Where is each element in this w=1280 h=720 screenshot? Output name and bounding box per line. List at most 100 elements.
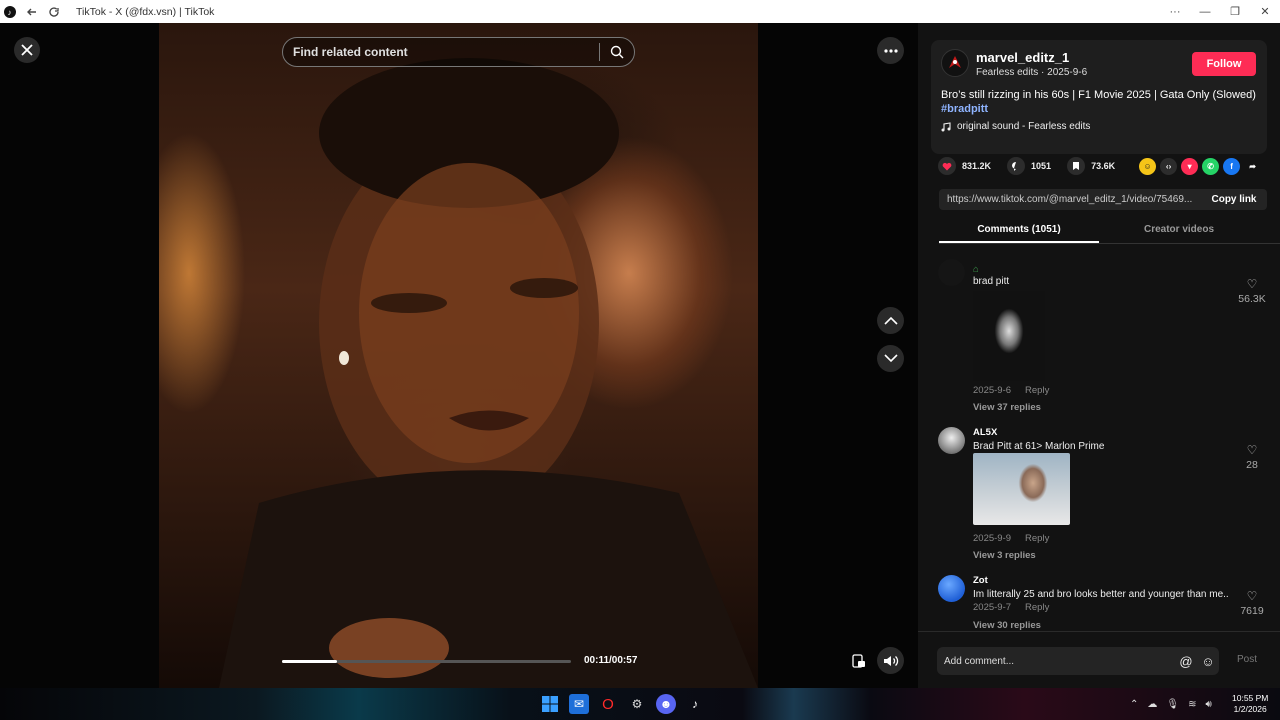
comment-like-count: 56.3K — [1238, 293, 1266, 305]
sound-name: original sound - Fearless edits — [957, 121, 1091, 132]
settings-gear-icon[interactable]: ⚙ — [627, 694, 647, 714]
minimize-button[interactable]: — — [1190, 0, 1220, 23]
comment-meta: 2025-9-7 Reply — [973, 602, 1049, 613]
send-to-friends-icon[interactable]: ▾ — [1181, 157, 1199, 175]
close-window-button[interactable]: ✕ — [1250, 0, 1280, 23]
comment-image[interactable] — [973, 291, 1045, 381]
back-arrow-icon[interactable] — [26, 6, 38, 18]
save-stat[interactable]: 73.6K — [1067, 157, 1115, 175]
volume-tray-icon[interactable]: 🔊︎ — [1205, 699, 1211, 710]
onedrive-icon[interactable]: ☁ — [1147, 699, 1157, 710]
commenter-avatar[interactable] — [938, 575, 965, 602]
video-time: 00:11/00:57 — [584, 655, 638, 666]
commenter-avatar[interactable] — [938, 427, 965, 454]
share-arrow-icon[interactable]: ➦ — [1244, 158, 1261, 175]
sound-link[interactable]: original sound - Fearless edits — [941, 121, 1090, 132]
reply-button[interactable]: Reply — [1025, 385, 1049, 396]
discord-icon[interactable]: ☻ — [656, 694, 676, 714]
reply-button[interactable]: Reply — [1025, 533, 1049, 544]
tab-comments[interactable]: Comments (1051) — [939, 220, 1099, 243]
embed-code-icon[interactable]: ‹› — [1160, 157, 1178, 175]
creator-username[interactable]: marvel_editz_1 — [976, 50, 1069, 65]
like-stat[interactable]: 831.2K — [938, 157, 991, 175]
comment-text: Brad Pitt at 61> Marlon Prime — [973, 441, 1105, 452]
facebook-icon[interactable]: f — [1223, 157, 1241, 175]
save-count: 73.6K — [1091, 161, 1116, 171]
video-progress-bar[interactable] — [282, 660, 571, 663]
picture-in-picture-button[interactable] — [848, 650, 870, 672]
comment-image[interactable] — [973, 453, 1070, 525]
comment-text: brad pitt — [973, 276, 1010, 287]
music-note-icon — [941, 121, 951, 131]
volume-button[interactable] — [877, 647, 904, 674]
search-icon[interactable] — [600, 45, 634, 59]
copy-link-button[interactable]: Copy link — [1201, 194, 1267, 205]
creator-avatar[interactable] — [941, 49, 969, 77]
comment-like[interactable]: ♡ 28 — [1236, 443, 1268, 471]
window-menu-button[interactable]: ··· — [1160, 0, 1190, 23]
comment-like-count: 7619 — [1240, 605, 1264, 617]
commenter-name[interactable]: ⌂ — [973, 264, 979, 275]
follow-button[interactable]: Follow — [1192, 52, 1256, 76]
previous-video-button[interactable] — [877, 307, 904, 334]
comment-bubble-icon — [1007, 157, 1026, 175]
view-replies-button[interactable]: View 30 replies — [973, 620, 1041, 631]
tab-creator-videos[interactable]: Creator videos — [1099, 220, 1259, 243]
comment-like[interactable]: ♡ 7619 — [1236, 589, 1268, 617]
opera-icon[interactable]: O — [598, 694, 618, 714]
tiktok-taskbar-icon[interactable]: ♪ — [685, 694, 705, 714]
hashtag-link[interactable]: #bradpitt — [941, 103, 988, 115]
reply-button[interactable]: Reply — [1025, 602, 1049, 613]
emoji-share-icon[interactable]: ☺ — [1139, 157, 1157, 175]
details-panel: marvel_editz_1 Fearless edits · 2025-9-6… — [918, 23, 1280, 688]
description-text: Bro’s still rizzing in his 60s | F1 Movi… — [941, 89, 1256, 101]
whatsapp-icon[interactable]: ✆ — [1202, 157, 1220, 175]
close-player-button[interactable] — [14, 37, 40, 63]
video-frame[interactable] — [159, 23, 758, 688]
maximize-button[interactable]: ❐ — [1220, 0, 1250, 23]
clock-date: 1/2/2026 — [1233, 704, 1267, 714]
related-search[interactable] — [282, 37, 635, 67]
wifi-icon[interactable]: ≋ — [1188, 699, 1196, 710]
mention-icon[interactable]: @ — [1175, 654, 1197, 669]
view-replies-button[interactable]: View 37 replies — [973, 402, 1041, 413]
clock-time: 10:55 PM — [1232, 693, 1269, 703]
heart-outline-icon: ♡ — [1246, 589, 1258, 603]
commenter-name[interactable]: AL5X — [973, 427, 997, 438]
comment-stat[interactable]: 1051 — [1007, 157, 1051, 175]
comment-item: Zot Im litterally 25 and bro looks bette… — [938, 575, 1268, 631]
start-windows-icon[interactable] — [540, 694, 560, 714]
view-replies-button[interactable]: View 3 replies — [973, 550, 1036, 561]
video-player[interactable]: 00:11/00:57 — [0, 23, 918, 688]
tray-overflow-chevron-icon[interactable]: ⌃ — [1130, 699, 1138, 710]
add-comment-bar: @ ☺ Post — [918, 631, 1280, 688]
next-video-button[interactable] — [877, 345, 904, 372]
post-button[interactable]: Post — [1237, 654, 1257, 665]
outlook-icon[interactable]: ✉ — [569, 694, 589, 714]
video-link-bar: https://www.tiktok.com/@marvel_editz_1/v… — [939, 189, 1267, 210]
video-progress-fill — [282, 660, 337, 663]
video-link-url[interactable]: https://www.tiktok.com/@marvel_editz_1/v… — [939, 194, 1201, 205]
microphone-icon[interactable]: 🎙︎ — [1166, 699, 1179, 710]
commenter-avatar[interactable] — [938, 259, 965, 286]
video-info-card: marvel_editz_1 Fearless edits · 2025-9-6… — [931, 40, 1267, 154]
comment-meta: 2025-9-9 Reply — [973, 533, 1049, 544]
comment-input[interactable] — [937, 655, 1175, 667]
emoji-icon[interactable]: ☺ — [1197, 654, 1219, 669]
taskbar-clock[interactable]: 10:55 PM 1/2/2026 — [1232, 693, 1268, 715]
video-still-illustration — [219, 58, 758, 688]
tiktok-app-icon: ♪ — [4, 5, 16, 18]
more-options-button[interactable] — [877, 37, 904, 64]
comment-text: Im litterally 25 and bro looks better an… — [973, 589, 1229, 600]
comment-input-wrapper[interactable]: @ ☺ — [937, 647, 1219, 675]
bookmark-icon — [1067, 157, 1086, 175]
related-search-input[interactable] — [283, 45, 599, 59]
comment-item: AL5X Brad Pitt at 61> Marlon Prime 2025-… — [938, 427, 1268, 577]
windows-taskbar: ✉ O ⚙ ☻ ♪ ▬ ⌃ ☁ 🎙︎ ≋ 🔊︎ 10:55 PM 1/2/202… — [0, 688, 1280, 720]
commenter-name[interactable]: Zot — [973, 575, 988, 586]
pip-icon — [852, 654, 865, 668]
close-icon — [21, 44, 33, 56]
comment-count: 1051 — [1031, 161, 1052, 171]
comment-like[interactable]: ♡ 56.3K — [1236, 277, 1268, 305]
reload-icon[interactable] — [48, 6, 60, 18]
